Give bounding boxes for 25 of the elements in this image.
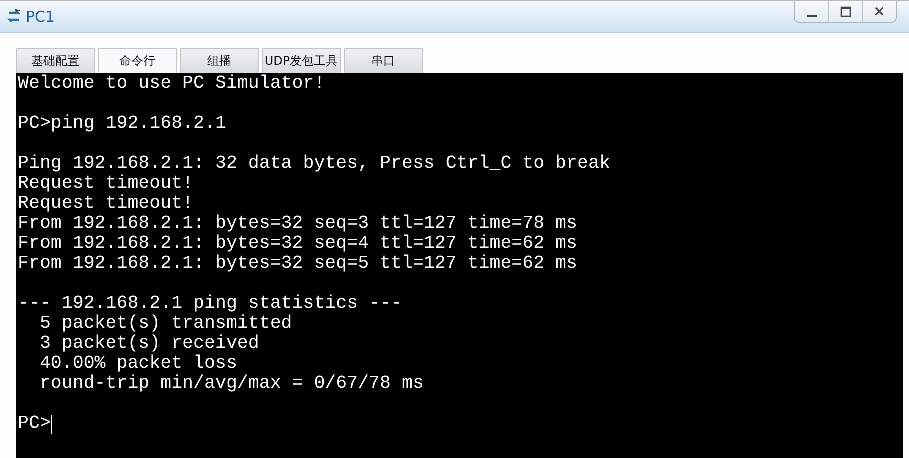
console-line: From 192.168.2.1: bytes=32 seq=4 ttl=127 time=62 ms	[18, 234, 578, 254]
console-line: 5 packet(s) transmitted	[38, 314, 292, 334]
maximize-icon	[840, 6, 852, 18]
console-line: 3 packet(s) received	[38, 334, 260, 354]
console-line: PC>ping 192.168.2.1	[18, 114, 226, 134]
console-line: Request timeout!	[18, 174, 194, 194]
tab[interactable]: UDP发包工具	[262, 48, 341, 73]
tab[interactable]: 串口	[344, 48, 423, 73]
console-line: 40.00% packet loss	[38, 354, 238, 374]
tab[interactable]: 组播	[180, 48, 259, 73]
tab[interactable]: 基础配置	[16, 48, 95, 73]
close-icon	[874, 6, 885, 17]
command-prompt: PC>	[18, 414, 51, 434]
network-icon	[6, 8, 22, 24]
console-line: From 192.168.2.1: bytes=32 seq=3 ttl=127 time=78 ms	[18, 214, 578, 234]
console-line: round-trip min/avg/max = 0/67/78 ms	[38, 374, 424, 394]
console-line: Ping 192.168.2.1: 32 data bytes, Press Ctrl_C to break	[18, 154, 610, 174]
tab[interactable]: 命令行	[98, 48, 177, 73]
console-line: Welcome to use PC Simulator!	[18, 74, 326, 94]
console-line: From 192.168.2.1: bytes=32 seq=5 ttl=127 time=62 ms	[18, 254, 578, 274]
console-line: Request timeout!	[18, 194, 194, 214]
terminal-console[interactable]	[16, 73, 903, 458]
console-line: --- 192.168.2.1 ping statistics ---	[18, 294, 402, 314]
minimize-icon	[806, 14, 816, 16]
window-title: PC1	[26, 8, 56, 26]
